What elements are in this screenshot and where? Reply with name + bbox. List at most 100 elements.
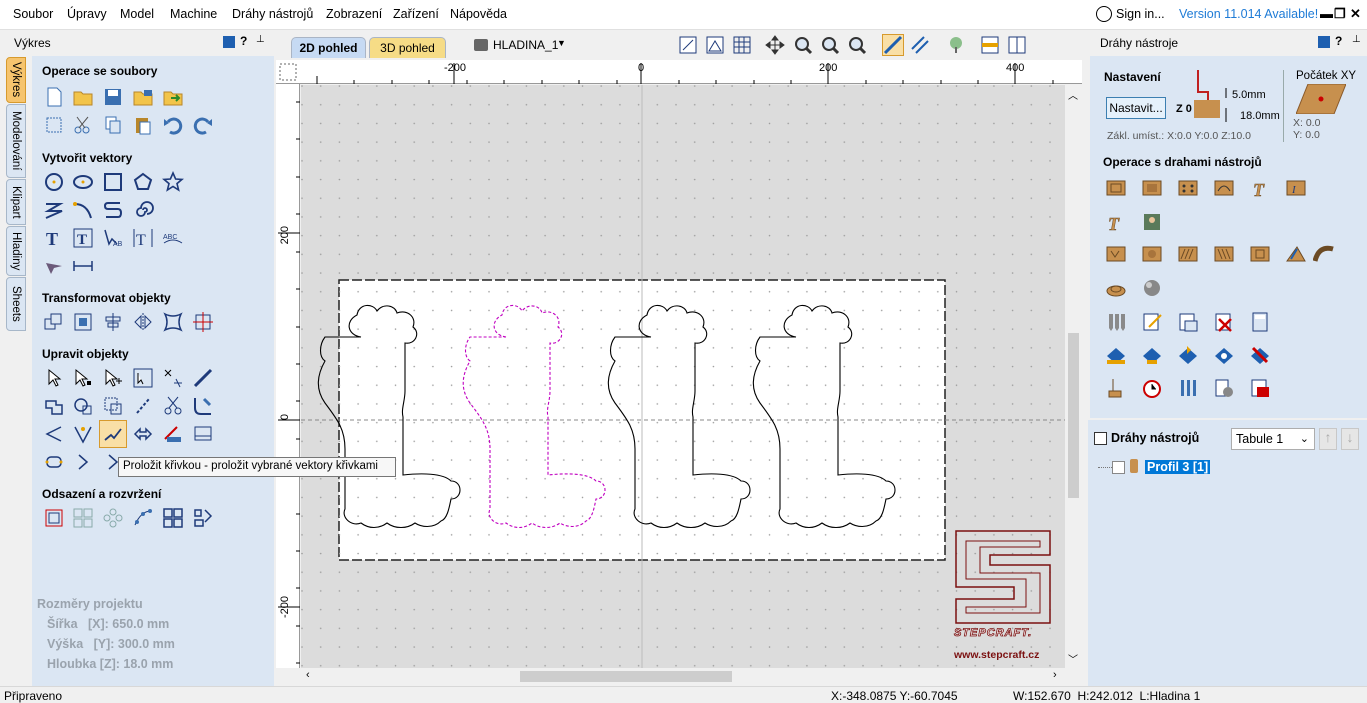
rectangle-tool-icon[interactable] (101, 170, 125, 194)
preview-material-icon[interactable] (1104, 343, 1128, 367)
toolpath-template-icon[interactable] (1176, 310, 1200, 334)
chamfer-toolpath-icon[interactable] (1284, 242, 1308, 266)
vtab-hladiny[interactable]: Hladiny (6, 226, 26, 276)
text-on-curve-icon[interactable]: AB (101, 226, 125, 250)
scroll-right-icon[interactable]: › (1053, 669, 1057, 681)
toolpath-item-profile3[interactable]: Profil 3 [1] (1145, 460, 1211, 474)
zoom-page-icon[interactable] (677, 34, 699, 56)
scroll-up-icon[interactable]: ︿ (1068, 87, 1078, 102)
circle-tool-icon[interactable] (42, 170, 66, 194)
extend-vectors-icon[interactable] (161, 422, 185, 446)
scissors-icon[interactable] (161, 394, 185, 418)
pin-icon[interactable]: ⊥ (256, 34, 265, 45)
menu-soubor[interactable]: Soubor (13, 7, 53, 21)
preview-selected-icon[interactable] (1140, 343, 1164, 367)
tab-2d-view[interactable]: 2D pohled (291, 37, 366, 58)
intersect-icon[interactable] (101, 394, 125, 418)
fillet-icon[interactable] (191, 394, 215, 418)
3d-finishing-icon[interactable] (1140, 242, 1164, 266)
settings-button[interactable]: Nastavit... (1106, 97, 1166, 119)
weld-icon[interactable] (42, 394, 66, 418)
undo-icon[interactable] (161, 113, 185, 137)
vertical-scrollbar[interactable]: ︿ ﹀ (1065, 85, 1082, 668)
menu-drahy-nastroju[interactable]: Dráhy nástrojů (232, 7, 313, 21)
measure-icon[interactable] (191, 366, 215, 390)
toolpath-merge-icon[interactable] (1104, 376, 1128, 400)
zoom-selection-icon[interactable] (846, 34, 868, 56)
drilling-toolpath-icon[interactable] (1176, 176, 1200, 200)
curve-tool-icon[interactable] (101, 198, 125, 222)
help-icon[interactable]: ? (240, 34, 247, 48)
tool-database-icon[interactable] (1104, 310, 1128, 334)
nesting-icon[interactable] (161, 506, 185, 530)
save-as-icon[interactable] (131, 85, 155, 109)
center-objects-icon[interactable] (191, 310, 215, 334)
open-folder-icon[interactable] (71, 85, 95, 109)
quick-engrave-icon[interactable] (1212, 176, 1236, 200)
text-box-tool-icon[interactable]: T (71, 226, 95, 250)
toolpath-item-checkbox[interactable] (1112, 461, 1125, 474)
time-estimate-icon[interactable] (1140, 376, 1164, 400)
close-vectors-icon[interactable] (131, 394, 155, 418)
layout-left-icon[interactable] (979, 34, 1001, 56)
panel-dock-icon[interactable] (223, 36, 235, 48)
moulding-toolpath-icon[interactable] (1248, 242, 1272, 266)
select-icon[interactable] (42, 366, 66, 390)
paste-icon[interactable] (131, 113, 155, 137)
text-arc-icon[interactable]: ABC (161, 226, 185, 250)
vertical-scroll-thumb[interactable] (1068, 333, 1079, 498)
circular-array-icon[interactable] (101, 506, 125, 530)
sign-in-link[interactable]: Sign in... (1116, 7, 1165, 21)
pocket-toolpath-icon[interactable] (1140, 176, 1164, 200)
curve-fit-icon[interactable] (71, 422, 95, 446)
pan-icon[interactable] (764, 34, 786, 56)
3d-roughing-icon[interactable] (1104, 242, 1128, 266)
auto-layout-text-icon[interactable]: T (131, 226, 155, 250)
zoom-out-icon[interactable] (819, 34, 841, 56)
minimize-button[interactable]: ▬ (1320, 6, 1333, 21)
stepcraft-url[interactable]: www.stepcraft.cz (954, 649, 1039, 661)
prism-toolpath-icon[interactable]: T (1104, 210, 1128, 234)
job-size-icon[interactable] (42, 113, 66, 137)
chevron-down-icon[interactable]: ▼ (557, 38, 566, 48)
vectorize-image-icon[interactable] (191, 422, 215, 446)
tab-3d-view[interactable]: 3D pohled (369, 37, 446, 58)
chevron-right-icon[interactable] (71, 450, 95, 474)
layer-dropdown[interactable]: HLADINA_1 (493, 38, 558, 52)
vtab-klipart[interactable]: Klipart (6, 179, 26, 225)
fit-curve-icon[interactable] (99, 420, 127, 448)
mirror-icon[interactable] (131, 310, 155, 334)
copy-along-vectors-icon[interactable] (131, 506, 155, 530)
trim-icon[interactable] (161, 366, 185, 390)
restore-button[interactable]: ❐ (1334, 6, 1346, 22)
snap-icon[interactable] (882, 34, 904, 56)
inlay-toolpath-icon[interactable]: I (1284, 176, 1308, 200)
node-edit-tool-icon[interactable] (71, 366, 95, 390)
vtab-modelovani[interactable]: Modelování (6, 104, 26, 178)
scroll-down-icon[interactable]: ﹀ (1068, 651, 1078, 666)
offset-icon[interactable] (42, 506, 66, 530)
simulate-toolpath-icon[interactable] (1248, 343, 1272, 367)
copy-icon[interactable] (101, 113, 125, 137)
horizontal-scrollbar[interactable]: ‹ › (301, 668, 1065, 685)
text-tool-icon[interactable]: T (42, 226, 66, 250)
horizontal-scroll-thumb[interactable] (520, 671, 732, 682)
smooth-icon[interactable] (42, 422, 66, 446)
setup-sheet-icon[interactable] (1212, 376, 1236, 400)
snap-grid-icon[interactable] (704, 34, 726, 56)
preview-all-icon[interactable] (1176, 343, 1200, 367)
photo-vcarve-icon[interactable] (1140, 210, 1164, 234)
tool-list-icon[interactable] (1176, 376, 1200, 400)
3d-profile-icon[interactable] (1104, 276, 1128, 300)
drawing-canvas[interactable] (301, 85, 1065, 668)
distort-icon[interactable] (161, 310, 185, 334)
import-icon[interactable] (161, 85, 185, 109)
layout-right-icon[interactable] (1006, 34, 1028, 56)
move-down-button[interactable]: ↓ (1341, 428, 1359, 450)
save-icon[interactable] (101, 85, 125, 109)
delete-toolpath-icon[interactable] (1212, 310, 1236, 334)
star-tool-icon[interactable] (161, 170, 185, 194)
array-copy-icon[interactable] (71, 506, 95, 530)
vcarve-toolpath-icon[interactable]: T (1248, 176, 1272, 200)
dimension-tool-icon[interactable] (71, 254, 95, 278)
